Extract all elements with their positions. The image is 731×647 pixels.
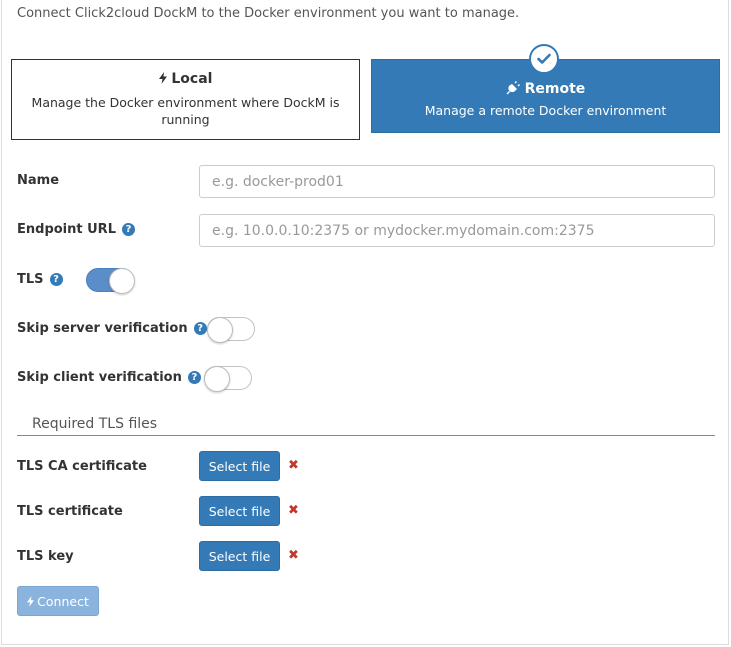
endpoint-url-input[interactable] <box>199 214 715 247</box>
connect-button[interactable]: Connect <box>17 586 99 616</box>
required-tls-files-heading: Required TLS files <box>17 416 715 436</box>
toggle-knob <box>207 317 233 343</box>
remote-option-title: Remote <box>524 81 586 97</box>
connect-button-label: Connect <box>37 593 89 609</box>
remote-option-description: Manage a remote Docker environment <box>424 103 667 118</box>
skip-server-verification-toggle[interactable] <box>207 317 255 343</box>
tls-key-label: TLS key <box>17 549 74 564</box>
help-icon[interactable]: ? <box>193 322 207 335</box>
endpoint-url-label-row: Endpoint URL? <box>17 222 135 237</box>
local-option-description: Manage the Docker environment where Dock… <box>31 95 340 127</box>
tls-label: TLS <box>17 272 44 287</box>
help-icon[interactable]: ? <box>187 371 201 384</box>
local-environment-option[interactable]: Local Manage the Docker environment wher… <box>11 59 360 140</box>
bolt-icon <box>27 594 37 609</box>
toggle-knob <box>109 268 135 294</box>
local-option-title: Local <box>171 71 213 87</box>
skip-client-verification-label: Skip client verification <box>17 370 182 385</box>
select-key-button[interactable]: Select file <box>199 541 280 571</box>
tls-ca-certificate-label: TLS CA certificate <box>17 459 147 474</box>
tls-certificate-label: TLS certificate <box>17 504 123 519</box>
bolt-icon <box>158 71 172 87</box>
remove-certificate-icon[interactable]: ✖ <box>288 503 299 518</box>
skip-server-verification-label: Skip server verification <box>17 321 188 336</box>
name-label: Name <box>17 173 60 188</box>
select-ca-certificate-button[interactable]: Select file <box>199 451 280 481</box>
help-icon[interactable]: ? <box>121 223 135 236</box>
remove-key-icon[interactable]: ✖ <box>288 548 299 563</box>
skip-client-verification-toggle[interactable] <box>204 366 252 392</box>
tls-toggle[interactable] <box>86 268 135 294</box>
skip-client-verification-label-row: Skip client verification? <box>17 370 201 385</box>
remove-ca-certificate-icon[interactable]: ✖ <box>288 458 299 473</box>
plug-icon <box>506 81 525 97</box>
intro-text: Connect Click2cloud DockM to the Docker … <box>17 6 520 21</box>
select-certificate-button[interactable]: Select file <box>199 496 280 526</box>
toggle-knob <box>204 366 230 392</box>
skip-server-verification-label-row: Skip server verification? <box>17 321 207 336</box>
tls-label-row: TLS? <box>17 272 63 287</box>
endpoint-url-label: Endpoint URL <box>17 222 116 237</box>
name-input[interactable] <box>199 165 715 198</box>
help-icon[interactable]: ? <box>49 273 63 286</box>
selected-check-icon <box>529 44 559 74</box>
